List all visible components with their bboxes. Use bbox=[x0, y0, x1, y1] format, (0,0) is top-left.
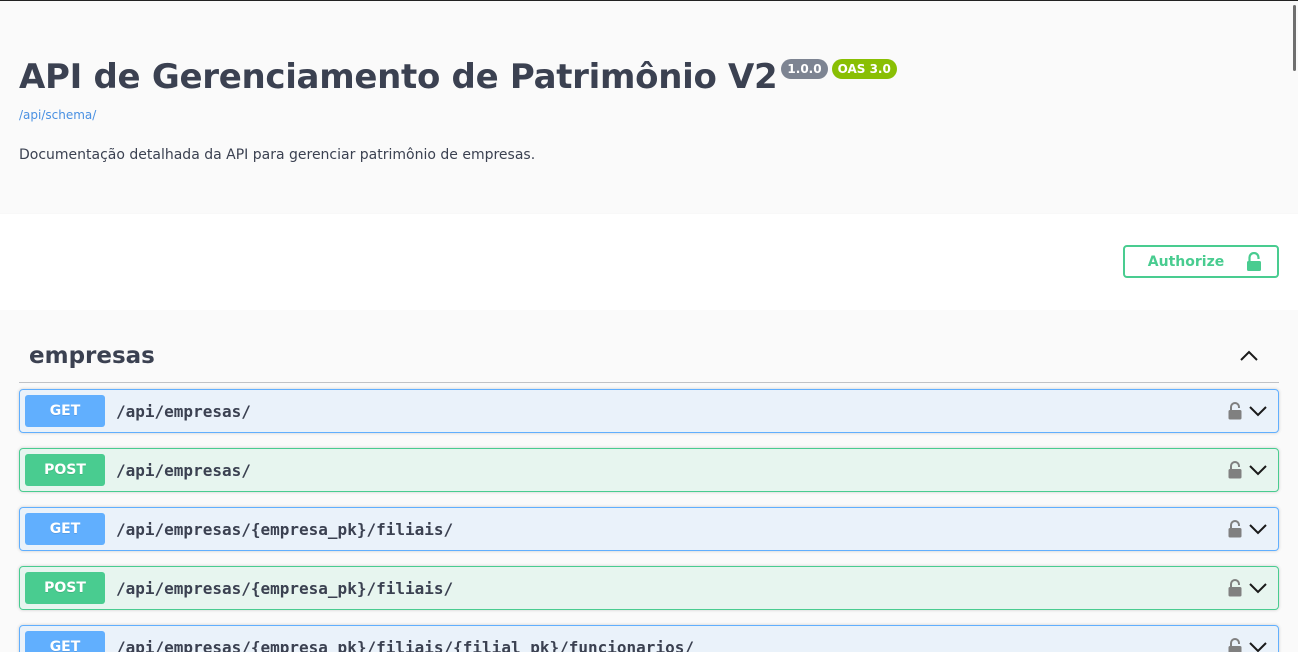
operation-row[interactable]: POST /api/empresas/{empresa_pk}/filiais/ bbox=[19, 566, 1279, 610]
method-badge: POST bbox=[25, 572, 105, 604]
api-info: API de Gerenciamento de Patrimônio V2 1.… bbox=[0, 1, 1298, 214]
method-badge: GET bbox=[25, 395, 105, 427]
scrollbar-thumb[interactable] bbox=[1293, 5, 1296, 71]
method-badge: GET bbox=[25, 631, 105, 652]
tag-header[interactable]: empresas bbox=[19, 331, 1279, 383]
chevron-up-icon[interactable] bbox=[1239, 346, 1259, 371]
operation-path: /api/empresas/ bbox=[116, 401, 251, 421]
operation-row[interactable]: GET /api/empresas/ bbox=[19, 389, 1279, 433]
operation-row[interactable]: GET /api/empresas/{empresa_pk}/filiais/ bbox=[19, 507, 1279, 551]
chevron-down-icon[interactable] bbox=[1248, 581, 1268, 600]
chevron-down-icon[interactable] bbox=[1248, 640, 1268, 652]
operation-path: /api/empresas/{empresa_pk}/filiais/ bbox=[116, 578, 454, 598]
lock-icon[interactable] bbox=[1228, 579, 1242, 602]
tag-section-empresas: empresas GET /api/empresas/ POST /api/em… bbox=[0, 310, 1298, 652]
api-title: API de Gerenciamento de Patrimônio V2 bbox=[19, 57, 778, 97]
method-badge: GET bbox=[25, 513, 105, 545]
oas-badge: OAS 3.0 bbox=[831, 59, 897, 79]
swagger-page: API de Gerenciamento de Patrimônio V2 1.… bbox=[0, 0, 1298, 652]
lock-icon[interactable] bbox=[1228, 638, 1242, 652]
operation-path: /api/empresas/ bbox=[116, 460, 251, 480]
title-row: API de Gerenciamento de Patrimônio V2 1.… bbox=[19, 56, 897, 98]
schema-link[interactable]: /api/schema/ bbox=[19, 108, 96, 122]
lock-icon[interactable] bbox=[1228, 402, 1242, 425]
tag-name: empresas bbox=[29, 343, 155, 369]
scheme-container: Authorize bbox=[0, 214, 1298, 310]
lock-icon[interactable] bbox=[1228, 461, 1242, 484]
unlocked-icon bbox=[1246, 251, 1262, 272]
method-badge: POST bbox=[25, 454, 105, 486]
lock-icon[interactable] bbox=[1228, 520, 1242, 543]
authorize-button[interactable]: Authorize bbox=[1123, 245, 1279, 278]
authorize-label: Authorize bbox=[1147, 253, 1225, 270]
operation-path: /api/empresas/{empresa_pk}/filiais/{fili… bbox=[116, 637, 694, 652]
operation-path: /api/empresas/{empresa_pk}/filiais/ bbox=[116, 519, 454, 539]
version-badge: 1.0.0 bbox=[781, 59, 828, 79]
chevron-down-icon[interactable] bbox=[1248, 404, 1268, 423]
chevron-down-icon[interactable] bbox=[1248, 463, 1268, 482]
api-description: Documentação detalhada da API para geren… bbox=[19, 147, 536, 163]
scrollbar[interactable] bbox=[1286, 1, 1298, 652]
operation-row[interactable]: GET /api/empresas/{empresa_pk}/filiais/{… bbox=[19, 625, 1279, 652]
chevron-down-icon[interactable] bbox=[1248, 522, 1268, 541]
operation-row[interactable]: POST /api/empresas/ bbox=[19, 448, 1279, 492]
